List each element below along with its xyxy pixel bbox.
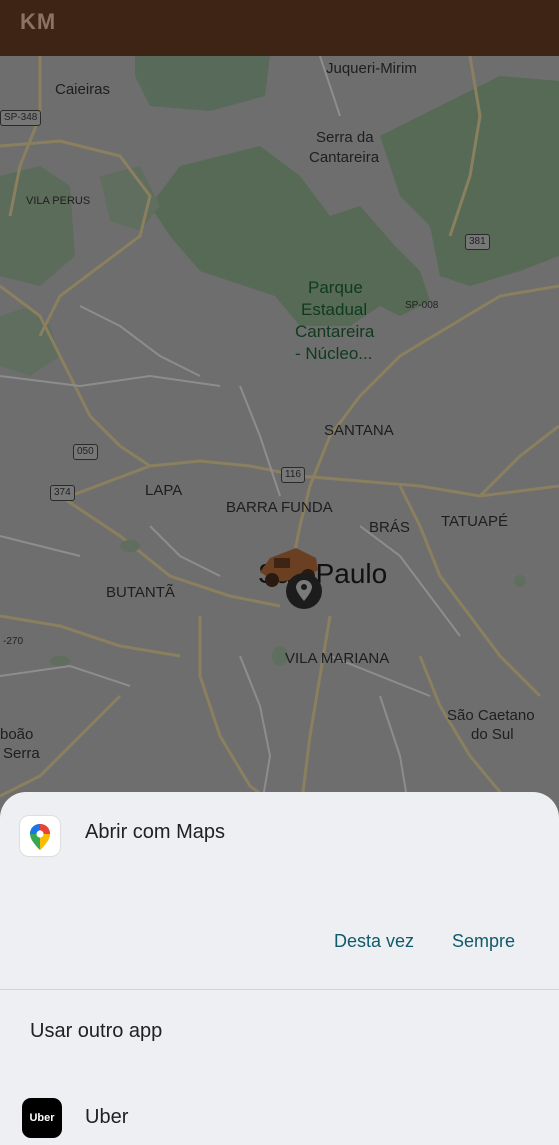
route-shield-sp348: SP-348 bbox=[0, 110, 42, 126]
map-label-serra: Serra bbox=[3, 745, 40, 762]
route-shield-sp008: SP-008 bbox=[405, 300, 439, 311]
map-label-sao-caetano-2: do Sul bbox=[471, 726, 514, 743]
location-pin-icon[interactable] bbox=[285, 572, 323, 610]
map-label-vila-perus: VILA PERUS bbox=[26, 195, 91, 207]
map-label-serra-da: Serra da bbox=[316, 129, 374, 146]
route-shield-050: 050 bbox=[73, 444, 98, 460]
map-label-tatuape: TATUAPÉ bbox=[441, 513, 508, 530]
open-with-label: Abrir com Maps bbox=[85, 821, 226, 843]
map-label-cantareira: Cantareira bbox=[309, 149, 380, 166]
always-button[interactable]: Sempre bbox=[452, 931, 515, 952]
just-once-button[interactable]: Desta vez bbox=[334, 931, 414, 952]
map-label-sao-caetano-1: São Caetano bbox=[447, 707, 535, 724]
map-view[interactable]: Juqueri-Mirim Caieiras Serra da Cantarei… bbox=[0, 56, 559, 816]
map-label-juqueri-mirim: Juqueri-Mirim bbox=[326, 60, 417, 77]
uber-icon[interactable]: Uber bbox=[22, 1098, 62, 1138]
route-shield-116: 116 bbox=[281, 467, 305, 483]
map-label-parque-3: Cantareira bbox=[295, 322, 375, 341]
route-shield-270: -270 bbox=[3, 636, 24, 647]
map-label-parque-4: - Núcleo... bbox=[295, 344, 373, 363]
map-label-caieiras: Caieiras bbox=[55, 81, 111, 98]
use-other-app-label: Usar outro app bbox=[30, 1020, 163, 1042]
map-label-boao: boão bbox=[0, 726, 34, 743]
map-label-parque-2: Estadual bbox=[301, 300, 368, 319]
map-label-vila-mariana: VILA MARIANA bbox=[285, 650, 390, 667]
open-with-sheet: Abrir com Maps Desta vez Sempre Usar out… bbox=[0, 792, 559, 1145]
map-label-santana: SANTANA bbox=[324, 422, 394, 439]
map-label-butanta: BUTANTÃ bbox=[106, 584, 175, 601]
google-maps-icon bbox=[20, 816, 60, 856]
route-shield-381: 381 bbox=[465, 234, 490, 250]
divider bbox=[0, 989, 559, 990]
app-title: KM bbox=[20, 9, 57, 34]
map-background bbox=[0, 56, 559, 816]
uber-app-item[interactable]: Uber bbox=[85, 1106, 128, 1129]
map-label-parque-1: Parque bbox=[308, 278, 363, 297]
map-label-bras: BRÁS bbox=[369, 519, 410, 536]
map-label-lapa: LAPA bbox=[145, 482, 183, 499]
app-bar: KM bbox=[0, 0, 559, 56]
route-shield-374: 374 bbox=[50, 485, 75, 501]
map-label-barra-funda: BARRA FUNDA bbox=[226, 499, 333, 516]
